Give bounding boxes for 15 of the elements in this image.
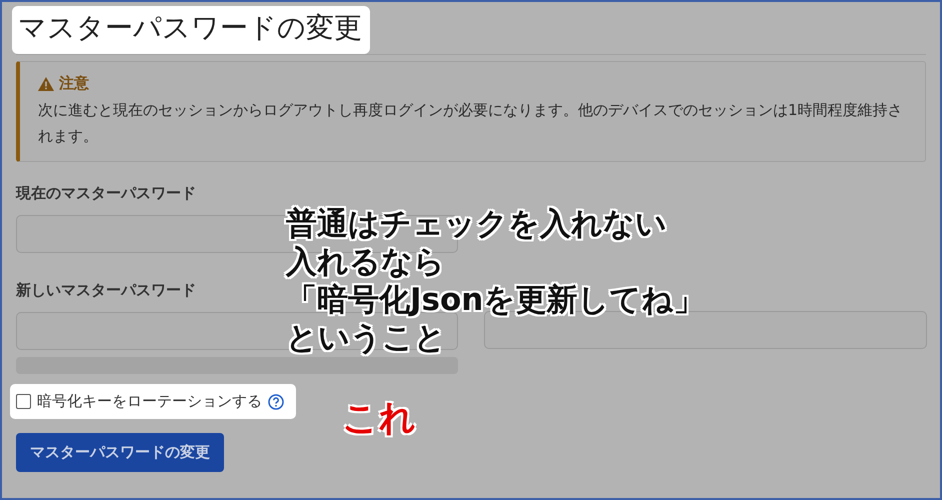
checkbox[interactable]	[16, 394, 31, 409]
field-label: 現在のマスターパスワード	[16, 184, 196, 203]
alert-text: 次に進むと現在のセッションからログアウトし再度ログインが必要になります。他のデバイスでのセッションは1時間程度維持されます。	[38, 100, 904, 147]
annotation-text: ということ	[286, 319, 446, 357]
field-label: 新しいマスターパスワード	[16, 281, 196, 300]
warning-icon	[38, 76, 54, 90]
annotation-text: 入れるなら	[286, 243, 445, 281]
rotate-key-option[interactable]: 暗号化キーをローテーションする	[10, 384, 296, 419]
annotation-text: これ	[342, 397, 416, 441]
alert-title: 注意	[59, 74, 89, 93]
help-icon[interactable]	[268, 394, 284, 410]
annotation-text: 「暗号化Jsonを更新してね」	[286, 281, 704, 319]
page-title: マスターパスワードの変更	[12, 6, 370, 54]
submit-button[interactable]: マスターパスワードの変更	[16, 433, 224, 472]
annotation-text: 普通はチェックを入れない	[286, 205, 667, 243]
